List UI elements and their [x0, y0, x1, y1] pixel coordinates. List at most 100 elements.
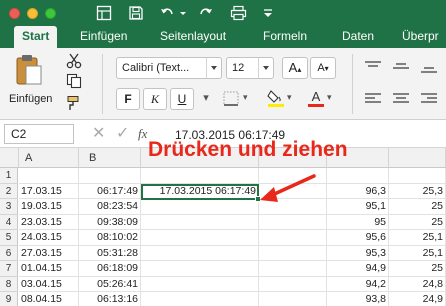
- table-cell[interactable]: 01.04.15: [19, 261, 79, 277]
- align-top-icon[interactable]: [364, 60, 382, 74]
- table-cell[interactable]: 08.04.15: [19, 292, 79, 306]
- close-window-button[interactable]: [9, 8, 20, 19]
- table-cell[interactable]: [389, 168, 446, 184]
- table-cell[interactable]: 17.03.2015 06:17:49: [141, 183, 259, 199]
- copy-icon[interactable]: [66, 73, 82, 89]
- table-cell[interactable]: 06:17:49: [79, 183, 141, 199]
- table-cell[interactable]: [259, 245, 327, 261]
- tab-ueberpruefen[interactable]: Überpr: [402, 26, 439, 48]
- name-box[interactable]: C2: [4, 124, 74, 144]
- row-header[interactable]: 2: [0, 183, 18, 199]
- align-center-icon[interactable]: [392, 92, 410, 106]
- table-cell[interactable]: [141, 261, 259, 277]
- table-cell[interactable]: 25: [389, 214, 446, 230]
- underline-button[interactable]: U: [170, 88, 194, 110]
- table-cell[interactable]: [141, 168, 259, 184]
- table-cell[interactable]: [141, 230, 259, 246]
- font-size-dropdown[interactable]: 12: [226, 57, 274, 79]
- row-header[interactable]: 5: [0, 230, 18, 246]
- cancel-icon[interactable]: ✕: [92, 126, 105, 142]
- table-cell[interactable]: [259, 261, 327, 277]
- table-cell[interactable]: 17.03.15: [19, 183, 79, 199]
- clipboard-paste-icon[interactable]: [14, 54, 44, 86]
- row-header[interactable]: 4: [0, 214, 18, 230]
- font-name-dropdown[interactable]: Calibri (Text...: [116, 57, 222, 79]
- tab-start[interactable]: Start: [14, 26, 58, 48]
- table-cell[interactable]: 25: [389, 261, 446, 277]
- tab-daten[interactable]: Daten: [342, 26, 374, 48]
- table-cell[interactable]: [141, 199, 259, 215]
- table-cell[interactable]: 25,1: [389, 230, 446, 246]
- decrease-font-size-button[interactable]: A▾: [310, 57, 336, 79]
- bold-button[interactable]: F: [116, 88, 140, 110]
- underline-options-icon[interactable]: ▾: [197, 88, 215, 110]
- column-header-a[interactable]: A: [19, 148, 79, 168]
- tab-einfuegen[interactable]: Einfügen: [80, 26, 127, 48]
- table-cell[interactable]: 25,1: [389, 245, 446, 261]
- save-icon[interactable]: [128, 5, 144, 21]
- table-cell[interactable]: 95: [327, 214, 389, 230]
- undo-dropdown-icon[interactable]: [179, 5, 187, 21]
- row-header[interactable]: 1: [0, 168, 18, 184]
- redo-icon[interactable]: [198, 5, 214, 21]
- font-color-icon[interactable]: A: [306, 88, 326, 108]
- table-cell[interactable]: 08:23:54: [79, 199, 141, 215]
- table-cell[interactable]: 96,3: [327, 183, 389, 199]
- select-all-corner[interactable]: [0, 148, 19, 168]
- table-cell[interactable]: [327, 168, 389, 184]
- table-cell[interactable]: 24,9: [389, 292, 446, 306]
- table-cell[interactable]: 93,8: [327, 292, 389, 306]
- table-cell[interactable]: [141, 245, 259, 261]
- confirm-icon[interactable]: ✓: [116, 126, 129, 142]
- fill-color-icon[interactable]: [266, 88, 286, 108]
- undo-icon[interactable]: [159, 5, 175, 21]
- table-cell[interactable]: 23.03.15: [19, 214, 79, 230]
- table-cell[interactable]: 94,9: [327, 261, 389, 277]
- table-cell[interactable]: 27.03.15: [19, 245, 79, 261]
- table-cell[interactable]: [79, 168, 141, 184]
- row-header[interactable]: 3: [0, 199, 18, 215]
- table-cell[interactable]: 08:10:02: [79, 230, 141, 246]
- borders-icon[interactable]: [222, 90, 242, 108]
- align-bottom-icon[interactable]: [420, 60, 438, 74]
- table-cell[interactable]: 03.04.15: [19, 276, 79, 292]
- scissors-icon[interactable]: [66, 53, 82, 69]
- fill-color-dropdown-icon[interactable]: ▾: [287, 92, 292, 103]
- table-cell[interactable]: 94,2: [327, 276, 389, 292]
- column-header-b[interactable]: B: [79, 148, 141, 168]
- table-cell[interactable]: 06:18:09: [79, 261, 141, 277]
- column-header-f[interactable]: [389, 148, 446, 168]
- table-cell[interactable]: [259, 276, 327, 292]
- insert-function-icon[interactable]: fx: [138, 126, 147, 142]
- table-cell[interactable]: [19, 168, 79, 184]
- table-cell[interactable]: 19.03.15: [19, 199, 79, 215]
- increase-font-size-button[interactable]: A▴: [282, 57, 308, 79]
- format-painter-icon[interactable]: [66, 95, 82, 111]
- table-cell[interactable]: [141, 292, 259, 306]
- print-icon[interactable]: [230, 5, 247, 21]
- table-cell[interactable]: 24,8: [389, 276, 446, 292]
- font-color-dropdown-icon[interactable]: ▾: [327, 92, 332, 103]
- table-cell[interactable]: [259, 230, 327, 246]
- row-header[interactable]: 8: [0, 276, 18, 292]
- table-cell[interactable]: [141, 276, 259, 292]
- table-cell[interactable]: 09:38:09: [79, 214, 141, 230]
- table-cell[interactable]: [141, 214, 259, 230]
- table-cell[interactable]: [259, 214, 327, 230]
- customize-toolbar-icon[interactable]: [262, 5, 274, 21]
- excel-grid-icon[interactable]: [96, 5, 112, 21]
- align-left-icon[interactable]: [364, 92, 382, 106]
- table-cell[interactable]: 95,1: [327, 199, 389, 215]
- tab-seitenlayout[interactable]: Seitenlayout: [160, 26, 226, 48]
- row-header[interactable]: 7: [0, 261, 18, 277]
- tab-formeln[interactable]: Formeln: [263, 26, 307, 48]
- zoom-window-button[interactable]: [45, 8, 56, 19]
- row-header[interactable]: 6: [0, 245, 18, 261]
- table-cell[interactable]: 25,3: [389, 183, 446, 199]
- row-header[interactable]: 9: [0, 292, 18, 306]
- align-middle-icon[interactable]: [392, 60, 410, 74]
- table-cell[interactable]: 05:26:41: [79, 276, 141, 292]
- borders-dropdown-icon[interactable]: ▾: [243, 92, 248, 103]
- table-cell[interactable]: 25: [389, 199, 446, 215]
- table-cell[interactable]: 06:13:16: [79, 292, 141, 306]
